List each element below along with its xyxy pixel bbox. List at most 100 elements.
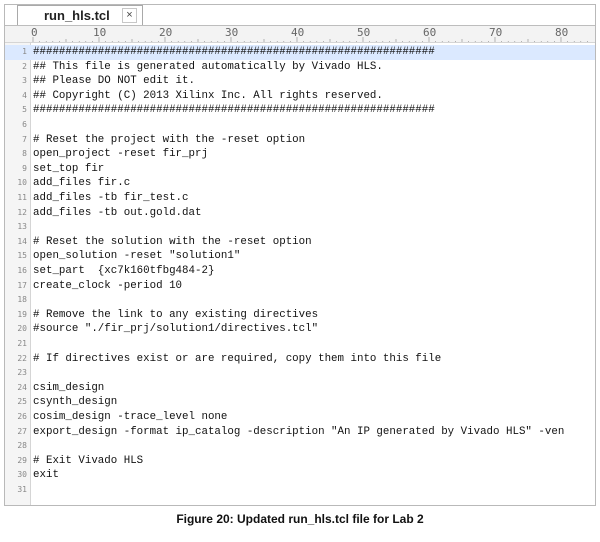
code-line[interactable]: 7 # Reset the project with the -reset opt… [5, 133, 595, 148]
code-line[interactable]: 14 # Reset the solution with the -reset o… [5, 235, 595, 250]
line-number: 20 [17, 324, 27, 334]
line-number: 16 [17, 266, 27, 275]
code-text: ## This file is generated automatically … [33, 60, 383, 73]
code-text: open_project -reset fir_prj [33, 148, 208, 161]
line-number: 17 [17, 280, 27, 290]
code-line[interactable]: 19 # Remove the link to any existing dire… [5, 308, 595, 323]
ruler-label: 40 [291, 26, 305, 39]
code-line[interactable]: 23 [5, 366, 595, 381]
code-text: # Exit Vivado HLS [33, 454, 144, 467]
line-number: 2 [22, 61, 27, 71]
code-text: # Reset the solution with the -reset opt… [33, 235, 312, 248]
code-text: ########################################… [33, 46, 435, 58]
code-text: set_part {xc7k160tfbg484-2} [33, 265, 215, 277]
code-text: csynth_design [33, 396, 118, 409]
line-number: 26 [17, 412, 27, 421]
code-line[interactable]: 9 set_top fir [5, 162, 595, 177]
code-line[interactable]: 2 ## This file is generated automatically… [5, 60, 595, 75]
line-number: 27 [17, 426, 27, 436]
line-number: 28 [17, 441, 27, 451]
code-editor[interactable]: 1 #######################################… [5, 43, 595, 505]
line-number: 9 [22, 163, 27, 173]
code-text: export_design -format ip_catalog -descri… [33, 425, 565, 438]
code-text: ## Please DO NOT edit it. [33, 75, 195, 88]
line-number: 24 [17, 382, 27, 392]
code-text: # Remove the link to any existing direct… [33, 308, 319, 321]
figure-caption: Figure 20: Updated run_hls.tcl file for … [176, 512, 424, 526]
code-line[interactable]: 28 [5, 439, 595, 454]
code-line[interactable]: 26 cosim_design -trace_level none [5, 410, 595, 425]
code-line[interactable]: 30 exit [5, 468, 595, 483]
code-text: exit [33, 469, 59, 482]
code-line[interactable]: 8 open_project -reset fir_prj [5, 147, 595, 162]
code-text: create_clock -period 10 [33, 279, 183, 292]
code-line[interactable]: 20 #source "./fir_prj/solution1/directive… [5, 322, 595, 337]
ruler-label: 20 [159, 26, 173, 39]
code-text: add_files -tb fir_test.c [33, 192, 189, 204]
code-text: add_files fir.c [33, 177, 131, 190]
code-line[interactable]: 29 # Exit Vivado HLS [5, 454, 595, 469]
line-number: 14 [17, 236, 27, 246]
code-text: set_top fir [33, 162, 105, 175]
code-line[interactable]: 15 open_solution -reset "solution1" [5, 249, 595, 264]
line-number: 4 [22, 90, 27, 100]
line-number: 15 [17, 251, 27, 261]
code-line[interactable]: 5 #######################################… [5, 103, 595, 118]
ruler-label: 60 [423, 26, 437, 39]
ruler-label: 0 [31, 26, 38, 39]
line-number: 5 [22, 105, 27, 115]
code-line[interactable]: 27 export_design -format ip_catalog -desc… [5, 425, 595, 440]
line-number: 10 [17, 178, 27, 188]
line-number: 13 [17, 222, 27, 232]
line-number: 22 [17, 353, 27, 363]
code-line[interactable]: 25 csynth_design [5, 395, 595, 410]
line-number: 11 [17, 193, 27, 202]
column-ruler: 0 10 20 30 40 50 60 70 80 [5, 25, 595, 43]
line-number: 29 [17, 455, 27, 465]
code-line[interactable]: 11 add_files -tb fir_test.c [5, 191, 595, 206]
line-number: 6 [22, 120, 27, 129]
tab-run-hls[interactable]: run_hls.tcl × [17, 5, 143, 25]
code-line[interactable]: 13 [5, 220, 595, 235]
line-number: 12 [17, 207, 27, 217]
code-line[interactable]: 12 add_files -tb out.gold.dat [5, 206, 595, 221]
code-line[interactable]: 18 [5, 293, 595, 308]
ruler-label: 30 [225, 26, 239, 39]
line-number: 3 [22, 76, 27, 86]
code-line[interactable]: 22 # If directives exist or are required,… [5, 352, 595, 367]
ruler-label: 50 [357, 26, 371, 39]
line-number: 21 [17, 339, 27, 348]
code-line[interactable]: 16 set_part {xc7k160tfbg484-2} [5, 264, 595, 279]
line-number: 7 [22, 134, 27, 144]
editor-window: run_hls.tcl × 0 10 20 30 40 50 60 70 80 1 #######… [4, 4, 596, 506]
line-number: 18 [17, 295, 27, 305]
code-line[interactable]: 31 [5, 483, 595, 498]
code-text: #source "./fir_prj/solution1/directives.… [33, 323, 319, 336]
code-line[interactable]: 1 #######################################… [5, 45, 595, 60]
code-text: # If directives exist or are required, c… [33, 352, 442, 365]
code-text: ########################################… [33, 104, 435, 117]
line-number: 30 [17, 470, 27, 480]
code-line[interactable]: 10 add_files fir.c [5, 176, 595, 191]
line-number: 23 [17, 368, 27, 378]
code-text: add_files -tb out.gold.dat [33, 206, 202, 219]
tab-title: run_hls.tcl [44, 8, 110, 23]
close-icon[interactable]: × [122, 8, 137, 23]
code-text: ## Copyright (C) 2013 Xilinx Inc. All ri… [33, 89, 383, 102]
code-text: cosim_design -trace_level none [33, 411, 228, 423]
code-line[interactable]: 24 csim_design [5, 381, 595, 396]
code-line[interactable]: 21 [5, 337, 595, 352]
code-line[interactable]: 3 ## Please DO NOT edit it. [5, 74, 595, 89]
code-text: open_solution -reset "solution1" [33, 250, 241, 263]
code-line[interactable]: 17 create_clock -period 10 [5, 279, 595, 294]
line-number: 25 [17, 397, 27, 407]
ruler-label: 10 [93, 26, 107, 39]
line-number: 31 [17, 485, 27, 494]
line-number: 8 [22, 149, 27, 159]
line-number: 1 [22, 47, 27, 56]
line-number: 19 [17, 309, 27, 319]
code-line[interactable]: 6 [5, 118, 595, 133]
ruler-label: 80 [555, 26, 569, 39]
code-line[interactable]: 4 ## Copyright (C) 2013 Xilinx Inc. All r… [5, 89, 595, 104]
tab-strip: run_hls.tcl × [5, 5, 595, 25]
